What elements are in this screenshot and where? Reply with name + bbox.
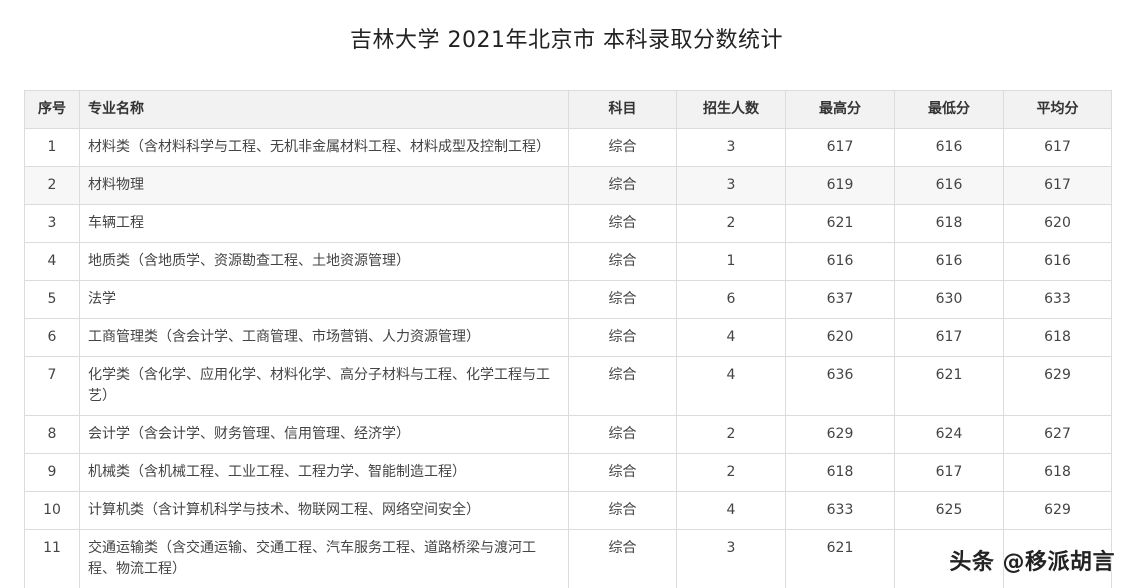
cell-subject: 综合 — [568, 280, 677, 319]
cell-max: 629 — [785, 415, 895, 454]
cell-min: 616 — [894, 242, 1004, 281]
header-subject: 科目 — [568, 90, 677, 129]
table-row: 10 计算机类（含计算机科学与技术、物联网工程、网络空间安全） 综合 4 633 625 6… — [24, 491, 1112, 530]
header-max: 最高分 — [785, 90, 895, 129]
cell-enroll: 3 — [676, 529, 786, 588]
table-row: 7 化学类（含化学、应用化学、材料化学、高分子材料与工程、化学工程与工艺） 综合 4 6… — [24, 356, 1112, 416]
cell-subject: 综合 — [568, 415, 677, 454]
cell-enroll: 2 — [676, 453, 786, 492]
cell-max: 617 — [785, 128, 895, 167]
cell-major: 车辆工程 — [79, 204, 569, 243]
cell-avg: 617 — [1003, 166, 1112, 205]
page: 吉林大学 2021年北京市 本科录取分数统计 序号 专业名称 科目 招生人数 最… — [0, 0, 1133, 588]
cell-major: 材料物理 — [79, 166, 569, 205]
header-min: 最低分 — [894, 90, 1004, 129]
cell-max: 637 — [785, 280, 895, 319]
table-row: 4 地质类（含地质学、资源勘查工程、土地资源管理） 综合 1 616 616 616 — [24, 242, 1112, 281]
cell-min: 617 — [894, 318, 1004, 357]
cell-enroll: 6 — [676, 280, 786, 319]
cell-subject: 综合 — [568, 453, 677, 492]
cell-major: 工商管理类（含会计学、工商管理、市场营销、人力资源管理） — [79, 318, 569, 357]
cell-subject: 综合 — [568, 529, 677, 588]
cell-major: 材料类（含材料科学与工程、无机非金属材料工程、材料成型及控制工程） — [79, 128, 569, 167]
cell-major: 化学类（含化学、应用化学、材料化学、高分子材料与工程、化学工程与工艺） — [79, 356, 569, 416]
cell-major: 会计学（含会计学、财务管理、信用管理、经济学） — [79, 415, 569, 454]
cell-enroll: 3 — [676, 166, 786, 205]
cell-subject: 综合 — [568, 204, 677, 243]
cell-subject: 综合 — [568, 242, 677, 281]
cell-avg: 633 — [1003, 280, 1112, 319]
cell-min: 618 — [894, 204, 1004, 243]
table-body: 1 材料类（含材料科学与工程、无机非金属材料工程、材料成型及控制工程） 综合 3 617… — [24, 128, 1112, 588]
cell-min: 625 — [894, 491, 1004, 530]
cell-avg: 618 — [1003, 318, 1112, 357]
cell-seq: 2 — [24, 166, 80, 205]
header-avg: 平均分 — [1003, 90, 1112, 129]
cell-max: 633 — [785, 491, 895, 530]
cell-subject: 综合 — [568, 491, 677, 530]
table-row: 2 材料物理 综合 3 619 616 617 — [24, 166, 1112, 205]
cell-seq: 3 — [24, 204, 80, 243]
cell-min: 624 — [894, 415, 1004, 454]
cell-seq: 9 — [24, 453, 80, 492]
cell-avg: 620 — [1003, 204, 1112, 243]
header-major: 专业名称 — [79, 90, 569, 129]
cell-avg: 618 — [1003, 453, 1112, 492]
cell-seq: 11 — [24, 529, 80, 588]
cell-max: 621 — [785, 204, 895, 243]
table-header-row: 序号 专业名称 科目 招生人数 最高分 最低分 平均分 — [24, 90, 1112, 129]
cell-major: 计算机类（含计算机科学与技术、物联网工程、网络空间安全） — [79, 491, 569, 530]
cell-subject: 综合 — [568, 318, 677, 357]
cell-enroll: 1 — [676, 242, 786, 281]
cell-major: 交通运输类（含交通运输、交通工程、汽车服务工程、道路桥梁与渡河工程、物流工程） — [79, 529, 569, 588]
table-row: 8 会计学（含会计学、财务管理、信用管理、经济学） 综合 2 629 624 627 — [24, 415, 1112, 454]
page-title: 吉林大学 2021年北京市 本科录取分数统计 — [350, 28, 783, 53]
cell-subject: 综合 — [568, 356, 677, 416]
cell-enroll: 4 — [676, 318, 786, 357]
cell-major: 地质类（含地质学、资源勘查工程、土地资源管理） — [79, 242, 569, 281]
cell-min: 630 — [894, 280, 1004, 319]
cell-seq: 6 — [24, 318, 80, 357]
header-enroll: 招生人数 — [676, 90, 786, 129]
cell-enroll: 4 — [676, 356, 786, 416]
table-row: 6 工商管理类（含会计学、工商管理、市场营销、人力资源管理） 综合 4 620 617 61… — [24, 318, 1112, 357]
header-seq: 序号 — [24, 90, 80, 129]
cell-max: 636 — [785, 356, 895, 416]
table-row: 1 材料类（含材料科学与工程、无机非金属材料工程、材料成型及控制工程） 综合 3 617… — [24, 128, 1112, 167]
cell-major: 法学 — [79, 280, 569, 319]
cell-min: 621 — [894, 356, 1004, 416]
table-row: 3 车辆工程 综合 2 621 618 620 — [24, 204, 1112, 243]
cell-enroll: 2 — [676, 415, 786, 454]
cell-min: 616 — [894, 166, 1004, 205]
cell-min: 617 — [894, 453, 1004, 492]
cell-enroll: 2 — [676, 204, 786, 243]
cell-max: 620 — [785, 318, 895, 357]
cell-avg: 627 — [1003, 415, 1112, 454]
cell-avg: 629 — [1003, 491, 1112, 530]
cell-seq: 1 — [24, 128, 80, 167]
cell-avg: 629 — [1003, 356, 1112, 416]
cell-seq: 10 — [24, 491, 80, 530]
cell-avg: 616 — [1003, 242, 1112, 281]
cell-enroll: 3 — [676, 128, 786, 167]
cell-seq: 8 — [24, 415, 80, 454]
table-row: 9 机械类（含机械工程、工业工程、工程力学、智能制造工程） 综合 2 618 617 618 — [24, 453, 1112, 492]
cell-avg: 617 — [1003, 128, 1112, 167]
table-row: 5 法学 综合 6 637 630 633 — [24, 280, 1112, 319]
cell-seq: 7 — [24, 356, 80, 416]
cell-max: 619 — [785, 166, 895, 205]
cell-max: 618 — [785, 453, 895, 492]
watermark-text: 头条 @移派胡言 — [949, 550, 1115, 575]
cell-major: 机械类（含机械工程、工业工程、工程力学、智能制造工程） — [79, 453, 569, 492]
score-table: 序号 专业名称 科目 招生人数 最高分 最低分 平均分 1 材料类（含材料科学与工… — [24, 90, 1112, 588]
cell-subject: 综合 — [568, 128, 677, 167]
cell-max: 621 — [785, 529, 895, 588]
cell-seq: 4 — [24, 242, 80, 281]
cell-max: 616 — [785, 242, 895, 281]
cell-min: 616 — [894, 128, 1004, 167]
cell-seq: 5 — [24, 280, 80, 319]
cell-subject: 综合 — [568, 166, 677, 205]
cell-enroll: 4 — [676, 491, 786, 530]
